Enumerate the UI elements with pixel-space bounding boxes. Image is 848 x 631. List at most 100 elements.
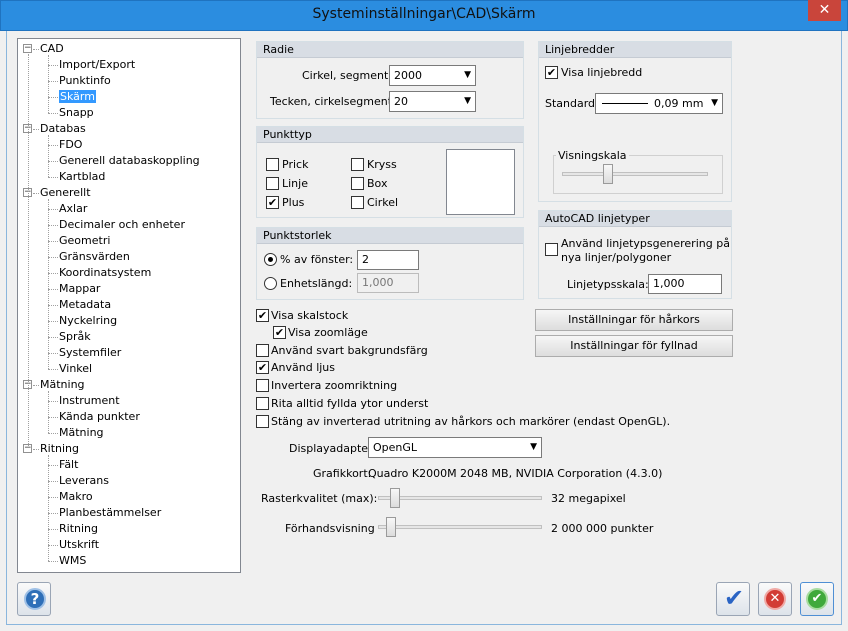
enhet-radio[interactable] (264, 277, 277, 290)
tree-item[interactable]: Axlar (59, 201, 87, 216)
help-button[interactable]: ? (17, 582, 51, 616)
punkttyp-checkbox[interactable] (266, 158, 279, 171)
option-checkbox[interactable]: ✔ (256, 361, 269, 374)
apply-button[interactable]: ✔ (716, 582, 750, 616)
option-checkbox[interactable] (256, 344, 269, 357)
tree-item[interactable]: Leverans (59, 473, 109, 488)
tree-item[interactable]: Mätning (59, 425, 104, 440)
tree-item[interactable]: Koordinatsystem (59, 265, 151, 280)
tree-item[interactable]: Punktinfo (59, 73, 111, 88)
tree-group[interactable]: Ritning (40, 441, 79, 456)
tree-item[interactable]: Makro (59, 489, 93, 504)
tree-item-label: Ritning (40, 442, 79, 455)
tree-item-label: Databas (40, 122, 86, 135)
settings-tree[interactable]: − CAD Import/Export Punktinfo Skärm Snapp − Dat… (17, 38, 241, 573)
tree-item[interactable]: Import/Export (59, 57, 135, 72)
tree-item[interactable]: Mappar (59, 281, 100, 296)
tree-item[interactable]: Nyckelring (59, 313, 117, 328)
cancel-button[interactable]: ✕ (758, 582, 792, 616)
tree-item[interactable]: Generell databaskoppling (59, 153, 200, 168)
punktstorlek-header: Punktstorlek (257, 228, 523, 244)
tree-item[interactable]: Instrument (59, 393, 120, 408)
tree-item[interactable]: Fält (59, 457, 78, 472)
tree-connector (33, 449, 39, 450)
adapter-select[interactable]: OpenGL ▼ (368, 437, 542, 458)
tree-item[interactable]: Snapp (59, 105, 94, 120)
tree-group[interactable]: Mätning (40, 377, 85, 392)
tree-item-label: Mätning (59, 426, 104, 439)
tree-item[interactable]: Vinkel (59, 361, 92, 376)
help-icon: ? (24, 588, 46, 610)
checkmark-icon: ✔ (723, 584, 745, 612)
tecken-select[interactable]: 20 ▼ (389, 91, 476, 112)
enhet-label: Enhetslängd: (280, 277, 353, 290)
visningskala-slider[interactable] (603, 164, 613, 184)
punkttyp-checkbox[interactable] (266, 177, 279, 190)
rasterkvalitet-slider[interactable] (390, 488, 400, 508)
cirkel-segment-select[interactable]: 2000 ▼ (389, 65, 476, 86)
tree-item[interactable]: WMS (59, 553, 86, 568)
tree-item[interactable]: Språk (59, 329, 91, 344)
tree-item[interactable]: Kända punkter (59, 409, 140, 424)
harkors-settings-button[interactable]: Inställningar för hårkors (535, 309, 733, 331)
tree-connector (48, 113, 58, 114)
tree-item-label: Punktinfo (59, 74, 111, 87)
tree-item[interactable]: Metadata (59, 297, 111, 312)
option-label: Rita alltid fyllda ytor underst (271, 397, 429, 410)
punkttyp-label: Box (367, 177, 388, 190)
punkttyp-checkbox[interactable]: ✔ (266, 196, 279, 209)
ok-button[interactable]: ✔ (800, 582, 834, 616)
punkttyp-checkbox[interactable] (351, 158, 364, 171)
tree-group[interactable]: Databas (40, 121, 86, 136)
option-checkbox[interactable]: ✔ (273, 326, 286, 339)
option-checkbox[interactable] (256, 397, 269, 410)
enhet-input: 1,000 (357, 273, 419, 293)
tree-item[interactable]: Decimaler och enheter (59, 217, 185, 232)
grafikkort-value: Quadro K2000M 2048 MB, NVIDIA Corporatio… (368, 467, 663, 480)
tree-connector (48, 305, 58, 306)
standard-label: Standard (545, 97, 596, 110)
rasterkvalitet-label: Rasterkvalitet (max): (261, 492, 378, 505)
tree-connector (48, 289, 58, 290)
option-checkbox[interactable] (256, 379, 269, 392)
punkttyp-checkbox[interactable] (351, 196, 364, 209)
punkttyp-checkbox[interactable] (351, 177, 364, 190)
tree-item[interactable]: Planbestämmelser (59, 505, 161, 520)
pct-radio[interactable] (264, 253, 277, 266)
linjetypsskala-input[interactable]: 1,000 (648, 274, 722, 294)
close-button[interactable]: ✕ (808, 0, 841, 21)
punkttyp-label: Plus (282, 196, 305, 209)
tree-item[interactable]: Gränsvärden (59, 249, 130, 264)
forhandsvisning-slider[interactable] (386, 517, 396, 537)
forhandsvisning-label: Förhandsvisning (285, 522, 375, 535)
tree-item[interactable]: Utskrift (59, 537, 99, 552)
tree-item[interactable]: Systemfiler (59, 345, 121, 360)
fyllnad-settings-button[interactable]: Inställningar för fyllnad (535, 335, 733, 357)
pct-input[interactable]: 2 (357, 250, 419, 270)
tree-item-label: Metadata (59, 298, 112, 311)
tree-item[interactable]: Skärm (59, 89, 96, 104)
linjebredder-header: Linjebredder (539, 42, 731, 58)
tree-connector (48, 465, 58, 466)
line-sample-icon (602, 103, 648, 104)
anvand-linjetyp-checkbox[interactable] (545, 243, 558, 256)
tree-connector (48, 55, 49, 113)
punkttyp-label: Cirkel (367, 196, 399, 209)
tree-item-label: Kända punkter (59, 410, 140, 423)
tree-expand-toggle-icon[interactable]: − (23, 44, 32, 53)
tree-item[interactable]: FDO (59, 137, 82, 152)
tree-item-label: Gränsvärden (59, 250, 130, 263)
tree-item-label: Fält (59, 458, 79, 471)
option-checkbox[interactable] (256, 415, 269, 428)
tree-item[interactable]: Ritning (59, 521, 98, 536)
tree-item[interactable]: Kartblad (59, 169, 105, 184)
option-checkbox[interactable]: ✔ (256, 309, 269, 322)
tree-item-label: Snapp (59, 106, 94, 119)
visa-linjebredd-checkbox[interactable]: ✔ (545, 66, 558, 79)
tree-connector (48, 321, 58, 322)
window-title: Systeminställningar\CAD\Skärm (312, 6, 536, 22)
tree-item[interactable]: Geometri (59, 233, 110, 248)
standard-select[interactable]: 0,09 mm ▼ (595, 93, 723, 114)
tree-group[interactable]: CAD (40, 41, 64, 56)
tree-group[interactable]: Generellt (40, 185, 91, 200)
